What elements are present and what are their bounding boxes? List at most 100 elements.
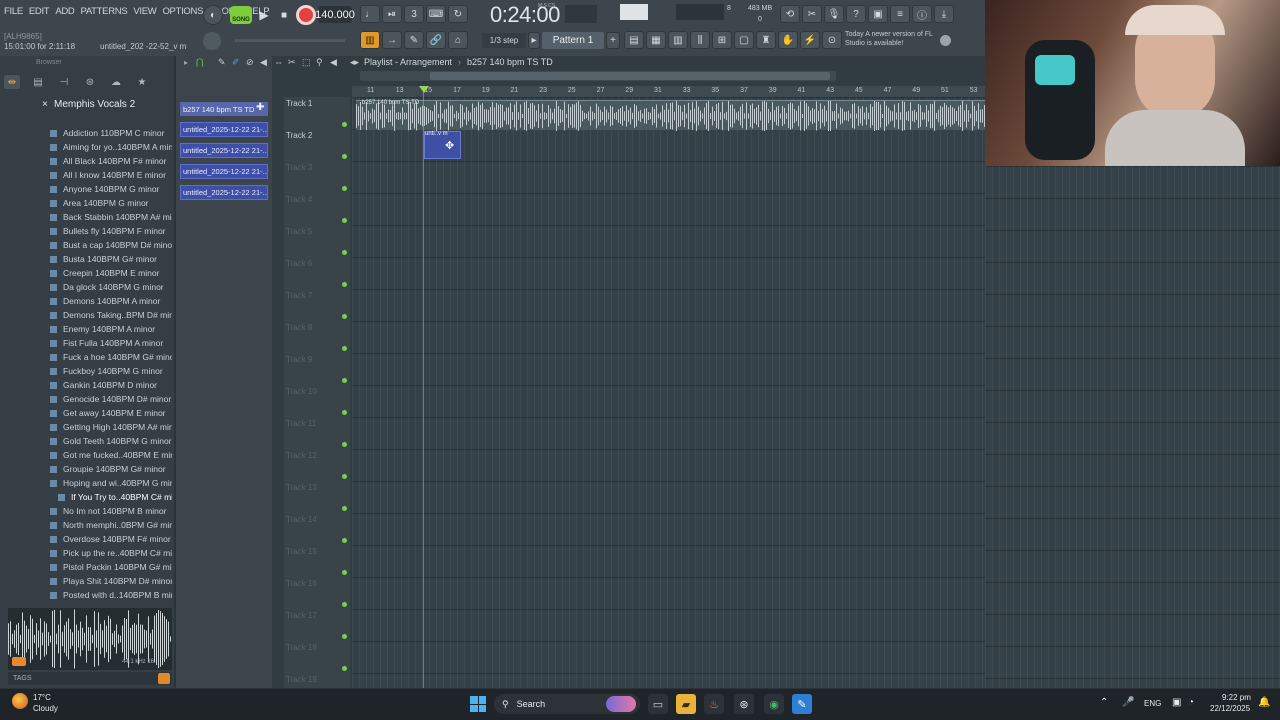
file-list-item[interactable]: Fuck a hoe 140BPM G# minor: [50, 350, 172, 364]
file-list-item[interactable]: Playa Shit 140BPM D# minor: [50, 574, 172, 588]
undo-icon[interactable]: ⟲: [780, 5, 800, 23]
track-label[interactable]: Track 11: [286, 419, 316, 428]
plugin-database-icon[interactable]: ⊞: [712, 31, 732, 49]
track-label[interactable]: Track 2: [286, 131, 312, 140]
zoom-tool-icon[interactable]: ⚲: [316, 57, 323, 68]
file-list-item[interactable]: Pick up the re..40BPM C# minor: [50, 546, 172, 560]
picker-clip[interactable]: untitled_2025-12-22 21-...: [180, 164, 268, 179]
stamp-icon[interactable]: ⌂: [448, 31, 468, 49]
file-list-item[interactable]: Bust a cap 140BPM D# minor: [50, 238, 172, 252]
track-label[interactable]: Track 10: [286, 387, 317, 396]
chrome-icon[interactable]: ◉: [764, 694, 784, 714]
menu-options[interactable]: OPTIONS: [162, 6, 203, 20]
file-list-item[interactable]: Genocide 140BPM D# minor: [50, 392, 172, 406]
wait-icon[interactable]: ⏯: [382, 5, 402, 23]
add-icon[interactable]: ✚: [256, 102, 264, 113]
browser-tab-all-icon[interactable]: ⇹: [4, 75, 20, 89]
track-label[interactable]: Track 13: [286, 483, 317, 492]
track-label[interactable]: Track 19: [286, 675, 317, 684]
track-mute-led[interactable]: [342, 314, 347, 319]
file-list-item[interactable]: No Im not 140BPM B minor: [50, 504, 172, 518]
track-mute-led[interactable]: [342, 122, 347, 127]
file-list-item[interactable]: Get away 140BPM E minor: [50, 406, 172, 420]
close-folder-icon[interactable]: ×: [42, 99, 48, 110]
track-mute-led[interactable]: [342, 282, 347, 287]
file-list-item[interactable]: Addiction 110BPM C minor: [50, 126, 172, 140]
weather-icon[interactable]: [12, 693, 28, 709]
menu-add[interactable]: ADD: [55, 6, 74, 20]
picker-clip[interactable]: untitled_2025-12-22 21-...: [180, 122, 268, 137]
windows-start-icon[interactable]: [470, 696, 486, 712]
track-mute-led[interactable]: [342, 346, 347, 351]
playlist-icon[interactable]: ▤: [624, 31, 644, 49]
playhead-marker[interactable]: [419, 86, 429, 93]
track-label[interactable]: Track 5: [286, 227, 312, 236]
info-icon[interactable]: ⓘ: [912, 5, 932, 23]
file-list-item[interactable]: Hoping and wi..40BPM G minor: [50, 476, 172, 490]
picker-header[interactable]: b257 140 bpm TS TD: [180, 102, 268, 116]
fl-studio-taskbar-icon[interactable]: ♨: [704, 694, 724, 714]
cut-icon[interactable]: ✂: [802, 5, 822, 23]
file-list-item[interactable]: Aiming for yo..140BPM A minor: [50, 140, 172, 154]
track-label[interactable]: Track 4: [286, 195, 312, 204]
picker-clip[interactable]: untitled_2025-12-22 21-...: [180, 185, 268, 200]
track-mute-led[interactable]: [342, 634, 347, 639]
browser-tab-plugins-icon[interactable]: ⊣: [56, 75, 72, 89]
track-label[interactable]: Track 18: [286, 643, 317, 652]
menu-patterns[interactable]: PATTERNS: [81, 6, 128, 20]
file-list-item[interactable]: North memphi..0BPM G# minor: [50, 518, 172, 532]
channel-rack-icon[interactable]: ▥: [668, 31, 688, 49]
track-label[interactable]: Track 7: [286, 291, 312, 300]
mixer-icon[interactable]: ≡: [890, 5, 910, 23]
track-label[interactable]: Track 6: [286, 259, 312, 268]
notification-icon[interactable]: 🔔: [1258, 697, 1270, 708]
playlist-grid-right[interactable]: [985, 166, 1280, 688]
pattern-selector[interactable]: Pattern 1: [542, 32, 604, 49]
slip-tool-icon[interactable]: ⇔: [274, 57, 283, 67]
mixer-view-icon[interactable]: ⫼: [690, 31, 710, 49]
playlist-grid[interactable]: [352, 97, 985, 688]
track-mute-led[interactable]: [342, 442, 347, 447]
tag-search-icon[interactable]: [158, 673, 170, 684]
weather-description[interactable]: Cloudy: [33, 704, 58, 713]
step-edit-icon[interactable]: ⌨: [426, 5, 446, 23]
browser-tab-database-icon[interactable]: ⊛: [82, 75, 98, 89]
file-list-item[interactable]: Area 140BPM G minor: [50, 196, 172, 210]
menu-view[interactable]: VIEW: [133, 6, 156, 20]
download-icon[interactable]: ⤓: [934, 5, 954, 23]
help-icon[interactable]: ?: [846, 5, 866, 23]
track-mute-led[interactable]: [342, 186, 347, 191]
pattern-prev-icon[interactable]: ▸: [528, 32, 540, 49]
menu-file[interactable]: FILE: [4, 6, 23, 20]
track-label[interactable]: Track 17: [286, 611, 317, 620]
globe-icon[interactable]: [940, 35, 951, 46]
file-list-item[interactable]: Getting High 140BPM A# minor: [50, 420, 172, 434]
track-mute-led[interactable]: [342, 666, 347, 671]
master-volume-knob[interactable]: [203, 32, 221, 50]
file-list-item[interactable]: Pistol Packin 140BPM G# minor: [50, 560, 172, 574]
copilot-icon[interactable]: [606, 696, 636, 712]
track-label[interactable]: Track 12: [286, 451, 317, 460]
delete-tool-icon[interactable]: ⊘: [246, 57, 254, 68]
tray-chevron-icon[interactable]: ⌃: [1100, 697, 1108, 708]
track-mute-led[interactable]: [342, 410, 347, 415]
playback-tool-icon[interactable]: ◀: [330, 57, 337, 68]
arrow-tool-icon[interactable]: →: [382, 31, 402, 49]
metronome-icon[interactable]: ♩: [360, 5, 380, 23]
song-mode-button[interactable]: SONG: [230, 6, 252, 24]
track-mute-led[interactable]: [342, 474, 347, 479]
file-list-item[interactable]: Got me fucked..40BPM E minor: [50, 448, 172, 462]
microphone-icon[interactable]: 🎤: [1122, 697, 1134, 708]
tags-bar[interactable]: [8, 672, 172, 685]
draw-tool-icon[interactable]: ✎: [218, 57, 226, 68]
arrangement-arrow-icon[interactable]: ◂▸: [350, 57, 359, 68]
clock-time[interactable]: 9:22 pm: [1222, 693, 1251, 702]
file-list-item[interactable]: Fuckboy 140BPM G minor: [50, 364, 172, 378]
magnet-icon[interactable]: ⋂: [196, 57, 203, 68]
track-label[interactable]: Track 15: [286, 547, 317, 556]
browser-tab-files-icon[interactable]: ▤: [30, 75, 46, 89]
add-pattern-icon[interactable]: +: [606, 32, 620, 49]
track-mute-led[interactable]: [342, 506, 347, 511]
weather-temperature[interactable]: 17°C: [33, 693, 51, 702]
track-label[interactable]: Track 9: [286, 355, 312, 364]
